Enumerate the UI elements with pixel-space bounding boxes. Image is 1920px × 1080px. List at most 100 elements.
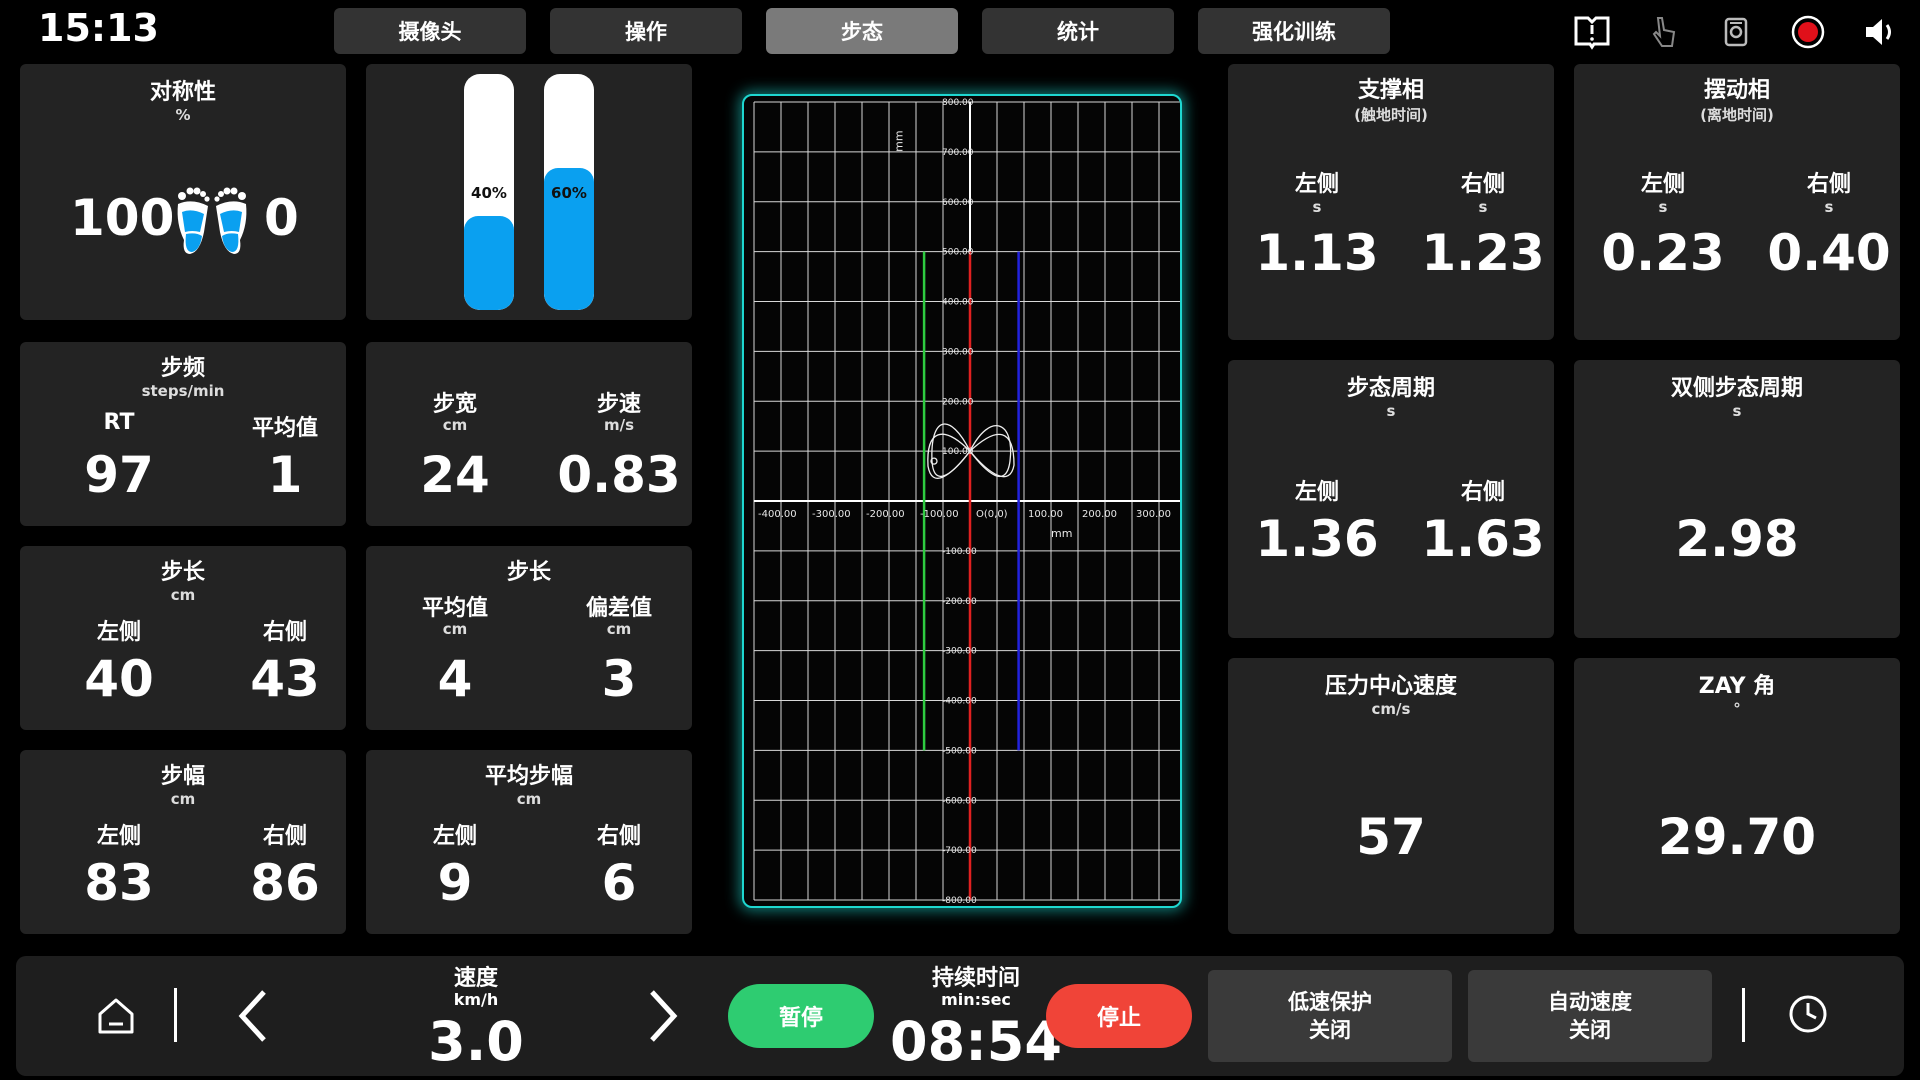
cadence-avg-label: 平均值 xyxy=(251,416,318,441)
bilateral-gait-cycle-card: 双侧步态周期 s 2.98 xyxy=(1574,360,1900,638)
y-tick-label: 100.00 xyxy=(942,447,974,457)
bottom-control-bar: 速度 km/h 3.0 暂停 持续时间 min:sec 08:54 停止 低速保… xyxy=(16,956,1904,1076)
low-speed-protection-label: 低速保护 xyxy=(1288,990,1372,1014)
cadence-unit: steps/min xyxy=(141,382,225,400)
gait-trajectory-chart: -400.00 -300.00 -200.00 -100.00 100.00 200.00… xyxy=(753,98,1180,906)
cadence-title: 步频 xyxy=(160,356,205,381)
auto-speed-button[interactable]: 自动速度 关闭 xyxy=(1468,970,1712,1062)
y-tick-label: 800.00 xyxy=(942,98,974,108)
tab-intensive-training[interactable]: 强化训练 xyxy=(1198,8,1390,54)
speaker-volume-icon[interactable] xyxy=(1860,14,1900,50)
chevron-right-icon[interactable] xyxy=(640,986,684,1046)
stance-right-label: 右侧 xyxy=(1460,172,1505,197)
step-width-value: 24 xyxy=(420,446,490,504)
symmetry-card: 对称性 % 100 0 xyxy=(20,64,346,320)
x-tick-label: -200.00 xyxy=(866,509,905,520)
step-length-unit: cm xyxy=(170,586,196,604)
chevron-left-icon[interactable] xyxy=(232,986,276,1046)
gait-cycle-title: 步态周期 xyxy=(1346,376,1435,401)
swing-left-value: 0.23 xyxy=(1601,224,1725,282)
bilateral-cycle-unit: s xyxy=(1732,402,1742,420)
stop-button[interactable]: 停止 xyxy=(1046,984,1192,1048)
stance-left-value: 1.13 xyxy=(1255,224,1379,282)
gait-cycle-right-value: 1.63 xyxy=(1421,510,1545,568)
x-tick-label: -400.00 xyxy=(758,509,797,520)
tab-camera[interactable]: 摄像头 xyxy=(334,8,526,54)
gait-cycle-left-value: 1.36 xyxy=(1255,510,1379,568)
step-length-card: 步长 cm 左侧 右侧 40 43 xyxy=(20,546,346,730)
symmetry-right-value: 0 xyxy=(264,189,299,247)
zay-angle-card: ZAY 角 ° 29.70 xyxy=(1574,658,1900,934)
walking-speed-unit: m/s xyxy=(603,416,635,434)
duration-title: 持续时间 xyxy=(931,966,1020,991)
stride-unit: cm xyxy=(170,790,196,808)
symmetry-title: 对称性 xyxy=(149,80,216,105)
step-length-right-label: 右侧 xyxy=(262,620,307,645)
average-stride-title: 平均步幅 xyxy=(484,764,573,789)
y-tick-label: 700.00 xyxy=(942,148,974,158)
home-icon[interactable] xyxy=(92,992,140,1040)
swing-phase-card: 摆动相 (离地时间) 左侧 s 右侧 s 0.23 0.40 xyxy=(1574,64,1900,340)
auto-speed-state: 关闭 xyxy=(1569,1018,1611,1042)
step-length-left-label: 左侧 xyxy=(96,620,141,645)
low-speed-protection-button[interactable]: 低速保护 关闭 xyxy=(1208,970,1452,1062)
divider xyxy=(174,988,177,1042)
swing-left-unit: s xyxy=(1658,198,1668,216)
y-tick-label: -300.00 xyxy=(942,647,977,657)
gait-cycle-right-label: 右侧 xyxy=(1460,480,1505,505)
pause-button[interactable]: 暂停 xyxy=(728,984,874,1048)
symmetry-unit: % xyxy=(175,106,191,124)
y-tick-label: -800.00 xyxy=(942,896,977,906)
cop-speed-card: 压力中心速度 cm/s 57 xyxy=(1228,658,1554,934)
left-load-fill xyxy=(464,215,514,310)
speed-value: 3.0 xyxy=(428,1010,524,1073)
x-tick-label: -100.00 xyxy=(920,509,959,520)
gait-trajectory-chart-panel: -400.00 -300.00 -200.00 -100.00 100.00 200.00… xyxy=(742,94,1182,908)
average-stride-right-label: 右侧 xyxy=(596,824,641,849)
step-length-mean-label: 平均值 xyxy=(421,596,488,621)
stride-left-value: 83 xyxy=(84,854,154,912)
left-load-label: 40% xyxy=(471,184,507,202)
x-tick-label: 300.00 xyxy=(1136,509,1171,520)
step-length-stats-card: 步长 平均值 cm 偏差值 cm 4 3 xyxy=(366,546,692,730)
stance-phase-card: 支撑相 (触地时间) 左侧 s 右侧 s 1.13 1.23 xyxy=(1228,64,1554,340)
average-stride-unit: cm xyxy=(516,790,542,808)
stance-right-unit: s xyxy=(1478,198,1488,216)
y-tick-label: -500.00 xyxy=(942,746,977,756)
x-tick-label: 200.00 xyxy=(1082,509,1117,520)
cadence-card: 步频 steps/min RT 平均值 97 1 xyxy=(20,342,346,526)
y-tick-label: -600.00 xyxy=(942,796,977,806)
walking-speed-label: 步速 xyxy=(596,392,641,417)
step-length-mean-unit: cm xyxy=(442,620,468,638)
origin-label: O(0,0) xyxy=(976,509,1008,520)
step-length-mean-value: 4 xyxy=(437,650,473,708)
cop-speed-value: 57 xyxy=(1356,808,1426,866)
y-tick-label: -200.00 xyxy=(942,597,977,607)
stance-title: 支撑相 xyxy=(1357,78,1424,103)
average-stride-left-value: 9 xyxy=(437,854,473,912)
tab-statistics[interactable]: 统计 xyxy=(982,8,1174,54)
book-alert-icon[interactable] xyxy=(1572,14,1612,50)
stance-subtitle: (触地时间) xyxy=(1354,106,1428,124)
bilateral-cycle-value: 2.98 xyxy=(1675,510,1799,568)
record-icon[interactable] xyxy=(1788,14,1828,50)
gait-cycle-unit: s xyxy=(1386,402,1396,420)
y-axis-label: mm xyxy=(893,130,906,151)
x-tick-label: -300.00 xyxy=(812,509,851,520)
tab-operation[interactable]: 操作 xyxy=(550,8,742,54)
hand-pointer-icon[interactable] xyxy=(1644,14,1684,50)
safety-key-icon[interactable] xyxy=(1716,14,1756,50)
swing-subtitle: (离地时间) xyxy=(1700,106,1774,124)
divider xyxy=(1742,988,1745,1042)
clock: 15:13 xyxy=(38,6,159,50)
swing-right-label: 右侧 xyxy=(1806,172,1851,197)
y-tick-label: -700.00 xyxy=(942,846,977,856)
tab-gait[interactable]: 步态 xyxy=(766,8,958,54)
step-length-title: 步长 xyxy=(160,560,205,585)
step-width-unit: cm xyxy=(442,416,468,434)
step-width-label: 步宽 xyxy=(432,392,477,417)
cadence-rt-value: 97 xyxy=(84,446,154,504)
clock-timer-icon[interactable] xyxy=(1786,992,1830,1036)
cop-speed-unit: cm/s xyxy=(1371,700,1411,718)
low-speed-protection-state: 关闭 xyxy=(1309,1018,1351,1042)
